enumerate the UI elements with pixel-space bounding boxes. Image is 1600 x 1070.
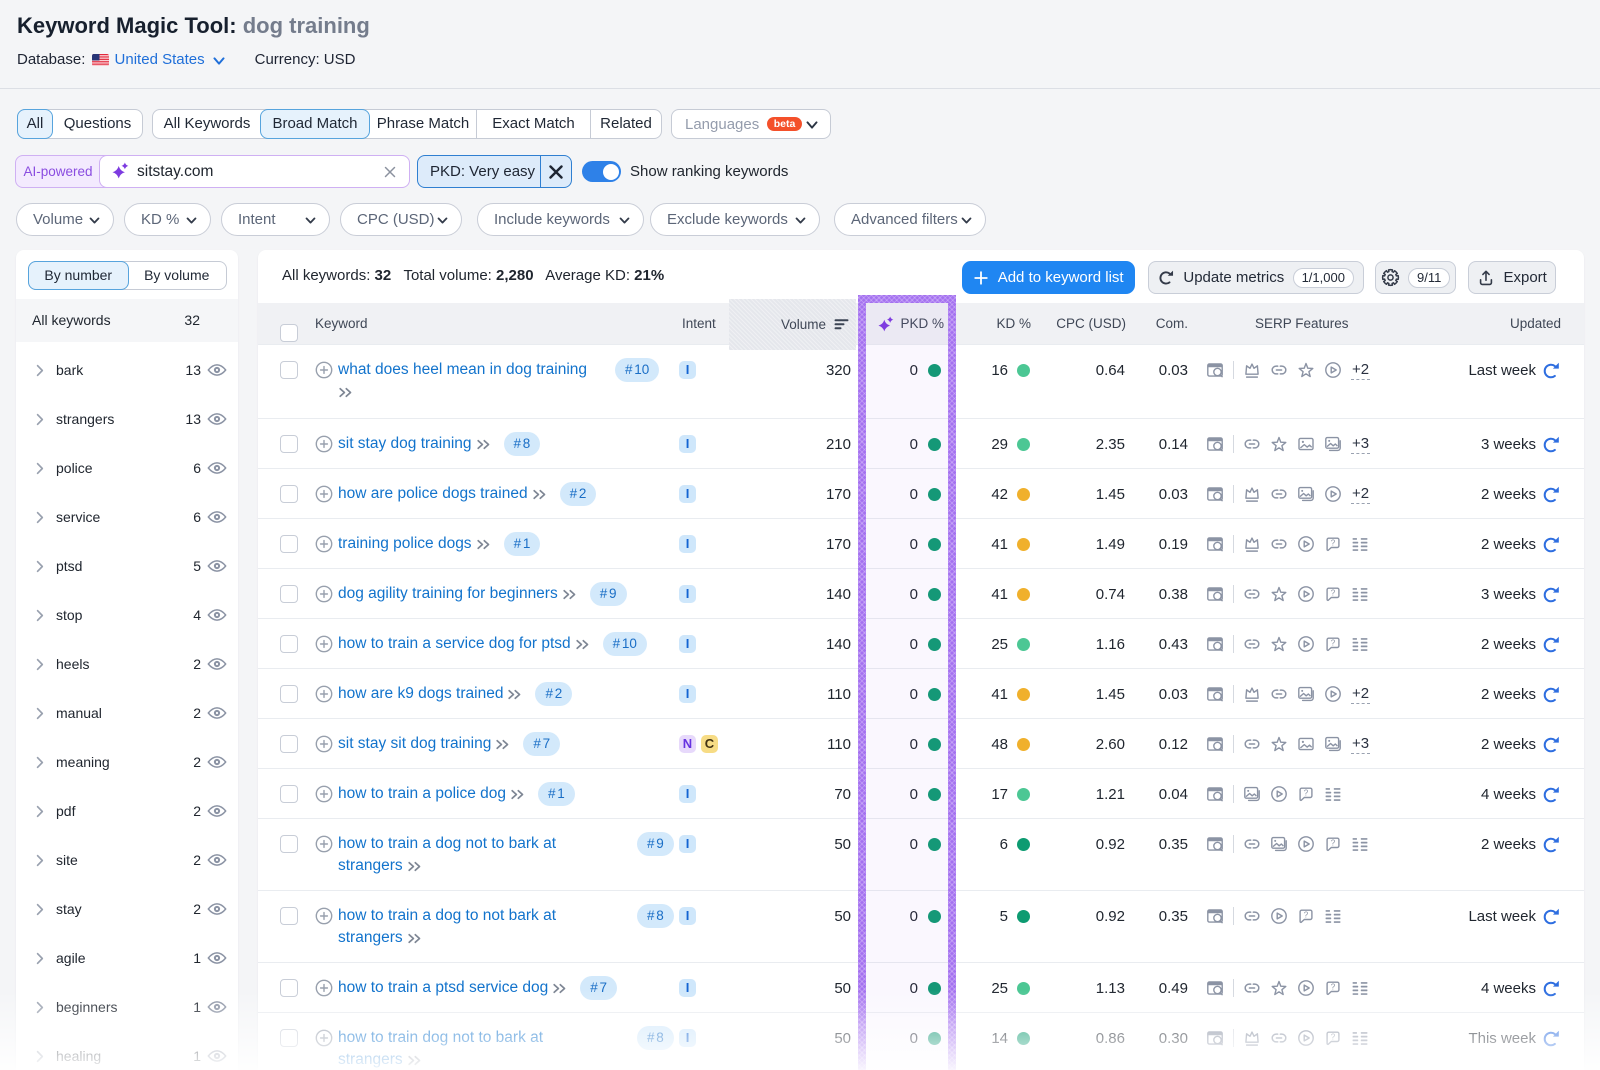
svg-text:?: ?	[1331, 839, 1336, 848]
svg-text:?: ?	[1331, 639, 1336, 648]
svg-text:?: ?	[1304, 911, 1309, 920]
svg-text:?: ?	[1304, 789, 1309, 798]
svg-text:?: ?	[1331, 539, 1336, 548]
svg-text:?: ?	[1331, 589, 1336, 598]
